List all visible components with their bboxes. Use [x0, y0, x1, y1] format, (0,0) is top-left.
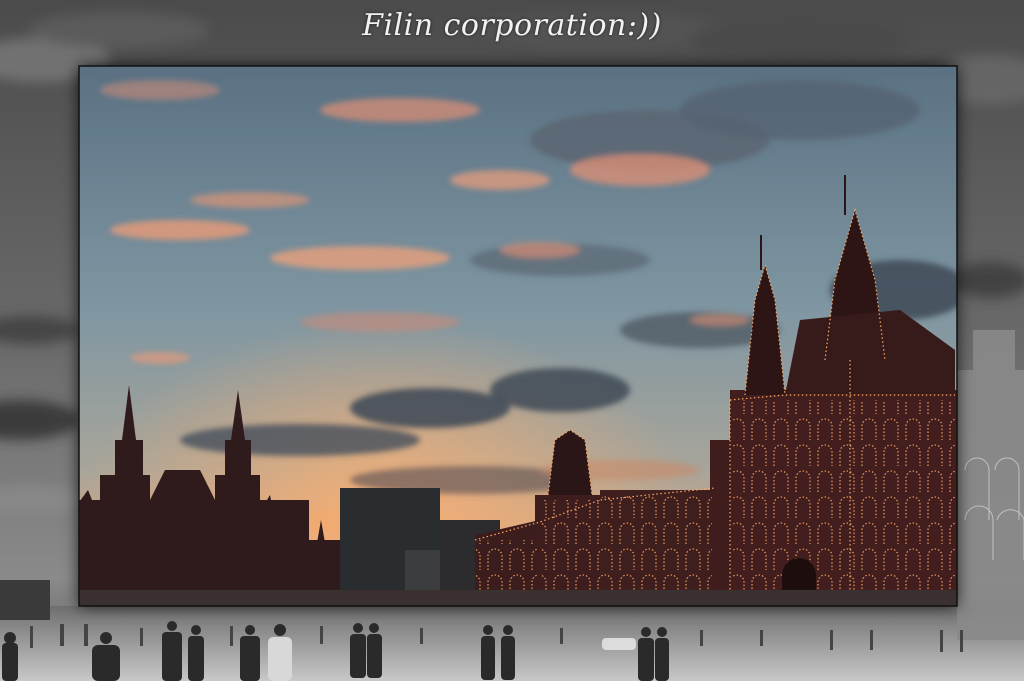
- photo-frame: Filin corporation:)): [0, 0, 1024, 681]
- red-square-dusk-photo: [0, 0, 1024, 681]
